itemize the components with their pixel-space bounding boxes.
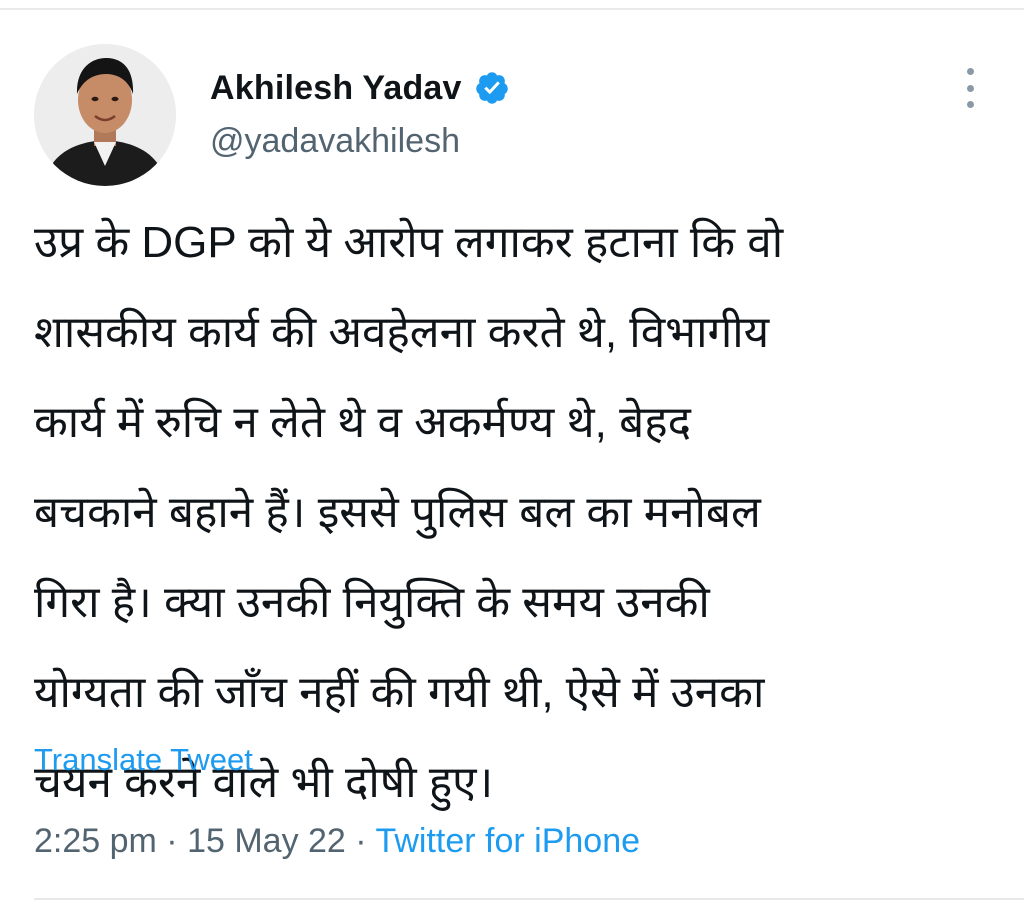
tweet-text-line: उप्र के DGP को ये आरोप लगाकर हटाना कि वो bbox=[34, 218, 784, 267]
tweet-text-line: बचकाने बहाने हैं। इससे पुलिस बल का मनोबल bbox=[34, 488, 761, 537]
author-name-row[interactable]: Akhilesh Yadav bbox=[210, 66, 510, 110]
tweet-date[interactable]: 15 May 22 bbox=[187, 822, 346, 860]
more-vertical-icon bbox=[966, 84, 974, 92]
more-vertical-icon bbox=[966, 68, 974, 75]
tweet-text-line: कार्य में रुचि न लेते थे व अकर्मण्य थे, … bbox=[34, 398, 691, 447]
meta-separator: · bbox=[156, 822, 188, 860]
tweet-text-line: गिरा है। क्या उनकी नियुक्ति के समय उनकी bbox=[34, 578, 710, 627]
avatar-portrait-icon bbox=[34, 44, 176, 186]
verified-badge-icon bbox=[474, 70, 510, 106]
tweet-source-link[interactable]: Twitter for iPhone bbox=[375, 822, 640, 860]
meta-separator: · bbox=[345, 822, 376, 860]
author-handle[interactable]: @yadavakhilesh bbox=[210, 122, 460, 161]
more-options-button[interactable] bbox=[960, 68, 980, 108]
more-vertical-icon bbox=[966, 101, 974, 108]
tweet-time[interactable]: 2:25 pm bbox=[34, 822, 157, 860]
display-name[interactable]: Akhilesh Yadav bbox=[210, 69, 462, 108]
tweet-metadata: 2:25 pm · 15 May 22 · Twitter for iPhone bbox=[34, 822, 640, 861]
avatar[interactable] bbox=[34, 44, 176, 186]
bottom-divider bbox=[34, 898, 1024, 900]
translate-tweet-link[interactable]: Translate Tweet bbox=[34, 742, 253, 778]
top-divider bbox=[0, 8, 1024, 10]
tweet-text-line: शासकीय कार्य की अवहेलना करते थे, विभागीय bbox=[34, 308, 770, 357]
tweet-text-line: योग्यता की जाँच नहीं की गयी थी, ऐसे में … bbox=[34, 668, 765, 717]
tweet-text: उप्र के DGP को ये आरोप लगाकर हटाना कि वो… bbox=[34, 198, 1004, 828]
